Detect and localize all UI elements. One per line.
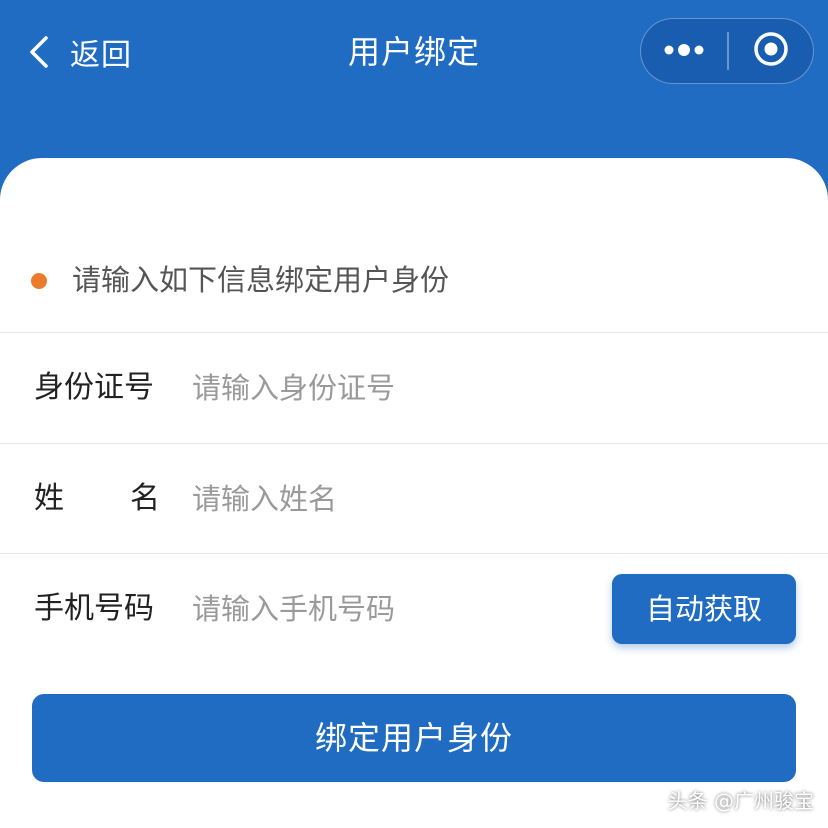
name-label-char: 名 [130, 481, 160, 516]
name-label: 姓 名 [34, 444, 160, 554]
form-card: 请输入如下信息绑定用户身份 身份证号 姓 名 手机号码 自动获取 绑定用户身份 [0, 158, 828, 828]
phone-input[interactable] [192, 584, 592, 634]
mini-program-capsule [640, 18, 814, 84]
phone-row: 手机号码 自动获取 [0, 554, 828, 664]
id-number-input[interactable] [192, 363, 592, 413]
phone-label: 手机号码 [34, 591, 154, 626]
circle-target-icon [753, 31, 789, 71]
name-input[interactable] [192, 474, 592, 524]
more-button[interactable] [641, 19, 727, 83]
screen: 返回 用户绑定 请输入如下信息绑定用户身份 身份证号 请输入身份证号 姓 名 请… [0, 0, 828, 828]
name-row: 姓 名 [0, 444, 828, 554]
watermark: 头条 @广州骏宝 [667, 789, 814, 813]
name-label-char: 姓 [34, 481, 64, 516]
id-number-label: 身份证号 [34, 370, 154, 405]
close-button[interactable] [729, 19, 814, 83]
id-number-row: 身份证号 [0, 333, 828, 443]
more-dots-icon [662, 42, 706, 61]
auto-fetch-button[interactable]: 自动获取 [612, 574, 796, 644]
hint-dot [31, 273, 47, 289]
hint-text: 请输入如下信息绑定用户身份 [72, 263, 450, 297]
bind-identity-button[interactable]: 绑定用户身份 [32, 694, 796, 782]
